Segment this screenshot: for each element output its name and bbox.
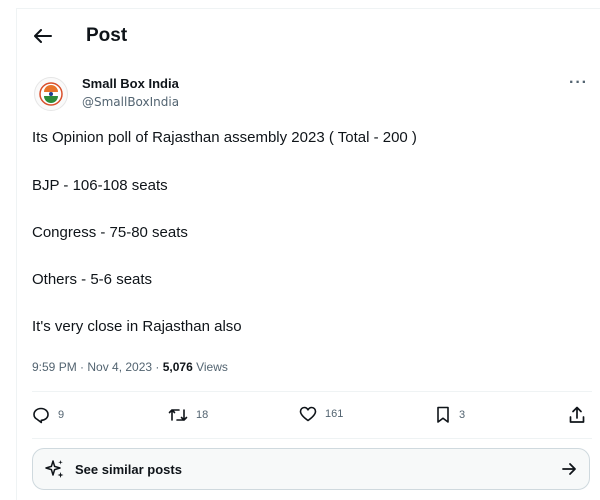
back-arrow-icon[interactable] xyxy=(32,25,54,47)
heart-icon xyxy=(299,406,317,422)
see-similar-posts-label: See similar posts xyxy=(75,461,182,477)
repost-count: 18 xyxy=(196,409,209,421)
post-author: Small Box India @SmallBoxIndia ··· xyxy=(32,74,592,114)
avatar-logo-icon xyxy=(39,82,63,106)
bookmark-count: 3 xyxy=(459,409,466,421)
post-text-line: BJP - 106-108 seats xyxy=(32,177,168,194)
like-count: 161 xyxy=(325,408,344,420)
post-meta: 9:59 PM · Nov 4, 2023 · 5,076 Views xyxy=(32,360,228,374)
post-header: Post xyxy=(32,22,127,50)
more-options-icon[interactable]: ··· xyxy=(569,74,588,92)
post-text-line: Congress - 75-80 seats xyxy=(32,224,188,241)
arrow-right-icon xyxy=(561,461,577,482)
reply-count: 9 xyxy=(58,409,65,421)
divider xyxy=(32,438,592,439)
page-title: Post xyxy=(86,25,128,46)
bookmark-icon xyxy=(437,406,449,423)
post-text-line: Others - 5-6 seats xyxy=(32,271,153,288)
views-label: Views xyxy=(192,360,228,374)
repost-icon xyxy=(168,409,188,421)
post-text-line: Its Opinion poll of Rajasthan assembly 2… xyxy=(32,129,417,146)
author-handle[interactable]: @SmallBoxIndia xyxy=(82,95,179,109)
divider xyxy=(32,391,592,392)
reply-icon xyxy=(33,407,49,424)
post-timestamp[interactable]: 9:59 PM · Nov 4, 2023 · xyxy=(32,360,163,374)
avatar[interactable] xyxy=(34,77,68,111)
share-icon xyxy=(569,406,585,423)
repost-button[interactable]: 18 xyxy=(168,406,208,424)
share-button[interactable] xyxy=(568,406,586,424)
reply-button[interactable]: 9 xyxy=(32,406,64,424)
views-count: 5,076 xyxy=(162,360,193,374)
post-actions: 9 18 161 3 xyxy=(32,398,592,434)
author-name[interactable]: Small Box India xyxy=(82,76,179,91)
bookmark-button[interactable]: 3 xyxy=(435,406,465,424)
sparkle-icon xyxy=(45,459,65,479)
post-text-line: It's very close in Rajasthan also xyxy=(32,318,242,335)
like-button[interactable]: 161 xyxy=(299,406,343,422)
see-similar-posts-button[interactable]: See similar posts xyxy=(32,448,590,490)
